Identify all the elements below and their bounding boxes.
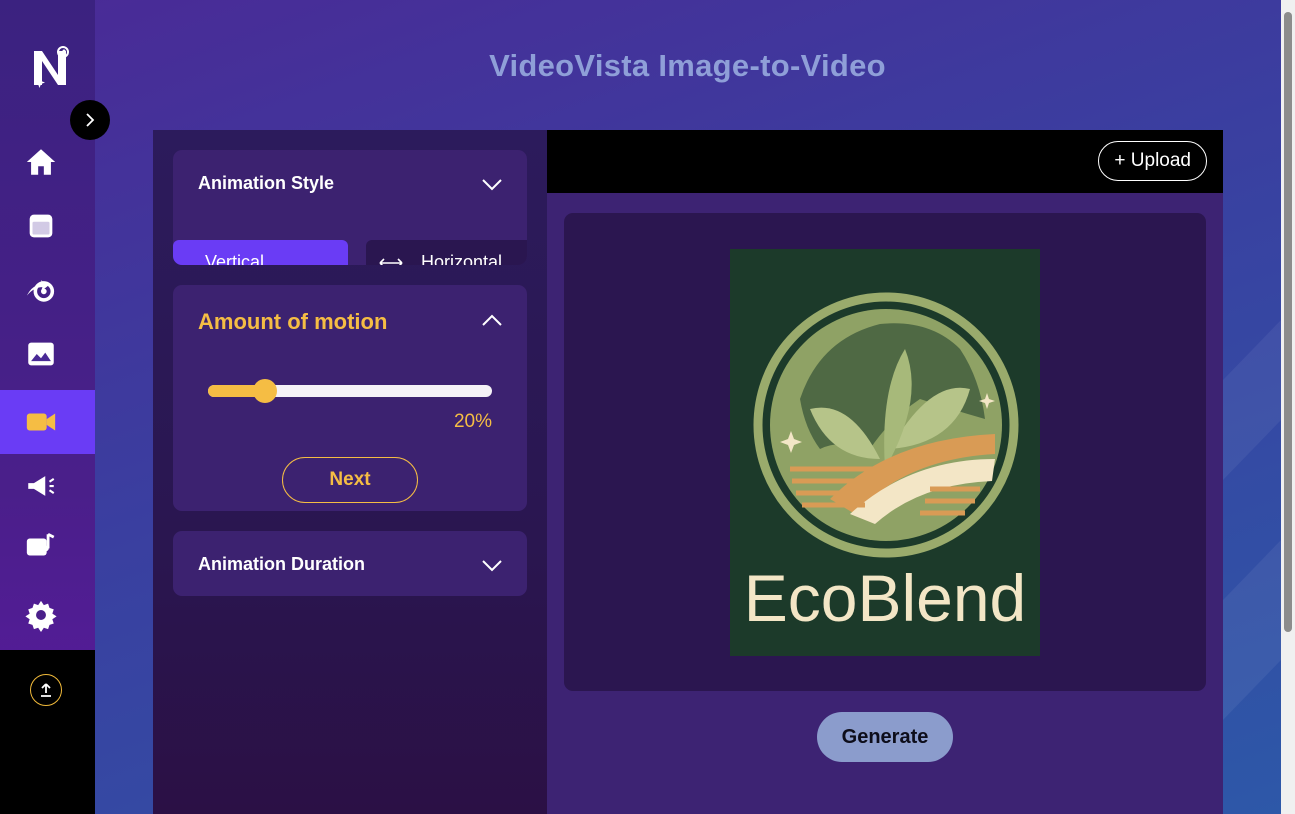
uploaded-image: EcoBlend [730,249,1040,656]
next-button[interactable]: Next [282,457,418,503]
sidebar-footer [0,650,95,814]
motion-title: Amount of motion [198,309,388,334]
chevron-down-icon[interactable] [481,559,503,573]
megaphone-icon [28,476,55,496]
motion-slider[interactable] [208,379,492,403]
logo-icon [34,46,69,88]
image-icon [28,342,54,366]
sidebar-item-music[interactable] [0,515,95,579]
generate-button[interactable]: Generate [817,712,953,762]
settings-gear-icon [25,600,57,632]
music-notes-icon [26,532,55,556]
horizontal-arrows-icon [379,258,403,265]
calendar-icon [29,214,53,238]
sidebar-item-settings[interactable] [0,583,95,647]
preview-panel: + Upload EcoBlend Generate [547,130,1223,814]
chevron-down-icon[interactable] [481,178,503,192]
sidebar-item-home[interactable] [0,130,95,194]
home-icon [26,149,56,175]
slider-handle[interactable] [252,379,277,403]
sidebar-item-calendar[interactable] [0,194,95,258]
animation-duration-title: Animation Duration [198,554,365,574]
animation-style-card: Animation Style Vertical Horizontal [173,150,527,265]
style-option-vertical[interactable]: Vertical [173,240,348,265]
style-option-horizontal[interactable]: Horizontal [366,240,527,265]
image-preview-area: EcoBlend [564,213,1206,691]
preview-toolbar: + Upload [547,130,1223,193]
logo-wordmark: EcoBlend [744,561,1027,635]
settings-panel: Animation Style Vertical Horizontal Amou… [153,130,547,814]
sidebar-item-automation[interactable] [0,258,95,322]
chevron-right-icon [86,113,95,127]
chevron-up-icon[interactable] [481,313,503,327]
sidebar-item-marketing[interactable] [0,454,95,518]
animation-duration-card[interactable]: Animation Duration [173,531,527,596]
upload-image-button[interactable]: + Upload [1098,141,1207,181]
scrollbar-thumb[interactable] [1284,12,1292,632]
motion-card: Amount of motion 20% Next [173,285,527,511]
ecoblend-logo-image: EcoBlend [730,249,1040,656]
sidebar-item-images[interactable] [0,322,95,386]
background-decoration [1223,320,1281,720]
sidebar-expand-button[interactable] [70,100,110,140]
animation-style-title: Animation Style [198,173,335,193]
motion-value: 20% [453,411,492,432]
page-scrollbar[interactable] [1281,0,1295,814]
style-option-label: Vertical [205,252,265,265]
video-camera-icon [26,413,56,431]
sidebar-item-video[interactable] [0,390,95,454]
page-title: VideoVista Image-to-Video [489,48,886,83]
upload-icon [41,683,51,697]
style-option-label: Horizontal [421,252,503,265]
automation-gear-icon [26,280,55,302]
upload-button[interactable] [30,674,62,706]
